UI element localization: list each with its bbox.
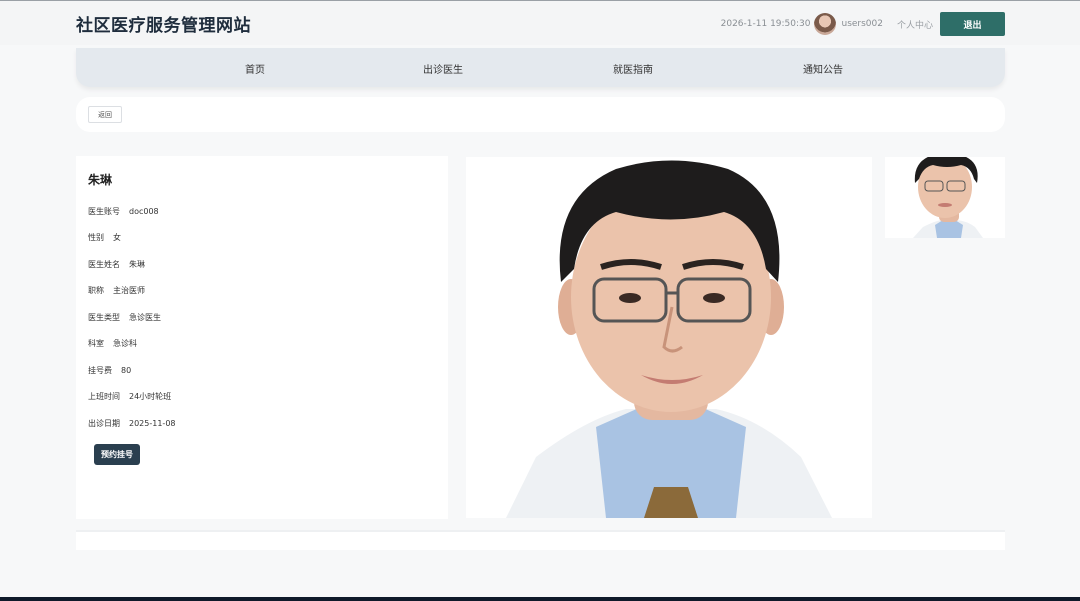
field-value: 主治医师 bbox=[113, 286, 145, 295]
field-label: 性别 bbox=[88, 233, 104, 242]
back-button[interactable]: 返回 bbox=[88, 106, 122, 123]
doctor-info-card: 朱琳 医生账号 doc008 性别女 医生姓名 朱琳 职称 主治医师 医生类型 急诊医生… bbox=[76, 156, 448, 519]
field-department: 科室 急诊科 bbox=[88, 338, 137, 349]
doctor-name-heading: 朱琳 bbox=[88, 173, 113, 187]
field-value: 女 bbox=[113, 233, 121, 242]
datetime-display: 2026-1-11 19:50:30 bbox=[720, 19, 811, 29]
bottom-border bbox=[0, 597, 1080, 601]
field-value: 朱琳 bbox=[129, 260, 145, 269]
nav-item-doctors[interactable]: 出诊医生 bbox=[423, 61, 463, 76]
main-nav: 首页 出诊医生 就医指南 通知公告 bbox=[76, 48, 1005, 87]
field-label: 出诊日期 bbox=[88, 419, 120, 428]
field-value: doc008 bbox=[129, 207, 159, 216]
doctor-photo-main bbox=[466, 157, 872, 518]
doctor-portrait-image bbox=[466, 157, 872, 518]
field-label: 医生账号 bbox=[88, 207, 120, 216]
field-value: 24小时轮班 bbox=[129, 392, 172, 401]
header-user-area: 2026-1-11 19:50:30 users002 个人中心 退出 bbox=[721, 12, 1005, 36]
doctor-thumbnail-image bbox=[885, 157, 1005, 238]
field-account: 医生账号 doc008 bbox=[88, 206, 159, 217]
username-label: users002 bbox=[841, 19, 883, 29]
field-title: 职称 主治医师 bbox=[88, 285, 145, 296]
field-doctor-type: 医生类型 急诊医生 bbox=[88, 312, 161, 323]
field-visit-date: 出诊日期 2025-11-08 bbox=[88, 418, 176, 429]
field-work-hours: 上班时间 24小时轮班 bbox=[88, 391, 171, 402]
field-value: 80 bbox=[121, 366, 132, 375]
field-value: 急诊科 bbox=[113, 339, 137, 348]
site-title: 社区医疗服务管理网站 bbox=[76, 16, 251, 36]
field-gender: 性别女 bbox=[88, 232, 121, 243]
field-label: 科室 bbox=[88, 339, 104, 348]
logout-button[interactable]: 退出 bbox=[940, 12, 1005, 36]
field-value: 2025-11-08 bbox=[129, 419, 176, 428]
field-value: 急诊医生 bbox=[129, 313, 161, 322]
back-bar: 返回 bbox=[76, 97, 1005, 132]
nav-item-notices[interactable]: 通知公告 bbox=[803, 61, 843, 76]
field-label: 医生类型 bbox=[88, 313, 120, 322]
nav-item-guide[interactable]: 就医指南 bbox=[613, 61, 653, 76]
field-doctor-name: 医生姓名 朱琳 bbox=[88, 259, 145, 270]
field-label: 医生姓名 bbox=[88, 260, 120, 269]
field-fee: 挂号费 80 bbox=[88, 365, 131, 376]
field-label: 职称 bbox=[88, 286, 104, 295]
nav-item-home[interactable]: 首页 bbox=[245, 61, 265, 76]
footer-strip bbox=[76, 530, 1005, 550]
book-appointment-button[interactable]: 预约挂号 bbox=[94, 444, 140, 465]
avatar[interactable] bbox=[814, 13, 837, 35]
profile-link[interactable]: 个人中心 bbox=[897, 18, 933, 31]
field-label: 挂号费 bbox=[88, 366, 112, 375]
field-label: 上班时间 bbox=[88, 392, 120, 401]
header: 社区医疗服务管理网站 2026-1-11 19:50:30 users002 个… bbox=[0, 1, 1080, 45]
doctor-photo-thumbnail[interactable] bbox=[885, 157, 1005, 238]
